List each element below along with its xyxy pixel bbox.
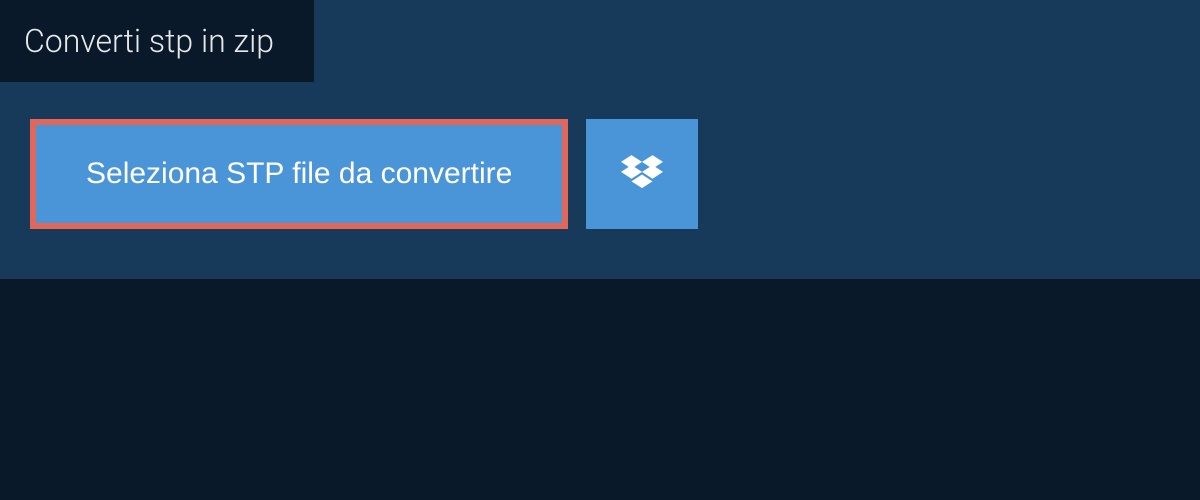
- select-file-button[interactable]: Seleziona STP file da convertire: [36, 125, 562, 223]
- button-row: Seleziona STP file da convertire: [0, 84, 1200, 229]
- tab-label: Converti stp in zip: [24, 22, 274, 60]
- select-file-highlight: Seleziona STP file da convertire: [30, 119, 568, 229]
- dropbox-icon: [621, 155, 663, 193]
- dropbox-button[interactable]: [586, 119, 698, 229]
- tab-active[interactable]: Converti stp in zip: [0, 0, 314, 84]
- select-file-label: Seleziona STP file da convertire: [86, 157, 512, 190]
- converter-panel: Converti stp in zip Seleziona STP file d…: [0, 0, 1200, 279]
